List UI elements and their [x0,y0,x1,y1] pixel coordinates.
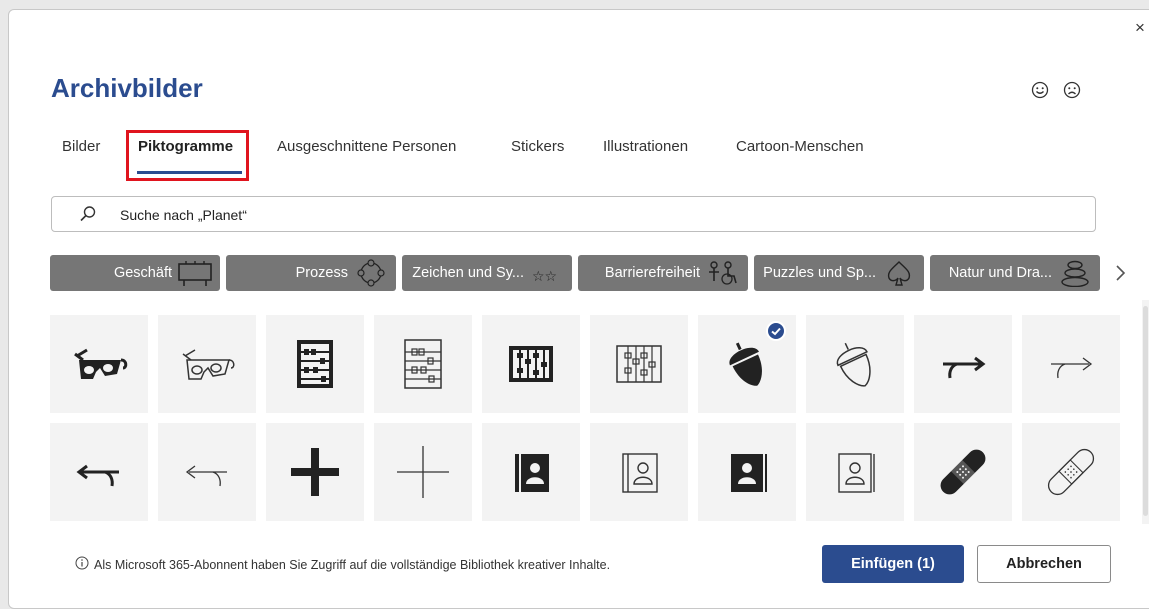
icon-tile[interactable] [1022,315,1120,413]
stars-icon: ☆☆ [532,269,557,285]
svg-text:☆☆: ☆☆ [532,269,557,285]
acorn-filled-icon [729,342,762,386]
close-button[interactable]: × [1131,18,1149,38]
arrow-right-curve-filled-icon [943,356,986,379]
spade-icon [887,261,911,286]
accessibility-people-icon [709,261,737,285]
icon-tile[interactable] [266,315,364,413]
tab-stickers[interactable]: Stickers [511,138,564,155]
highlight-box [126,130,249,181]
icon-tile[interactable] [1022,423,1120,521]
arrow-left-curve-filled-icon [76,464,119,487]
icon-tile[interactable] [698,423,796,521]
arrow-left-curve-outline-icon [185,465,227,487]
3d-glasses-filled-icon [74,348,128,379]
icon-tile[interactable] [266,423,364,521]
icon-tile[interactable] [698,315,796,413]
abacus-filled-icon [297,340,333,388]
icon-tile[interactable] [806,423,904,521]
category-chip-zeichen[interactable]: Zeichen und Sy... ☆☆ [402,255,572,291]
abacus-vertical-outline-icon [616,345,662,383]
icon-tile[interactable] [158,315,256,413]
info-icon [75,556,89,570]
icon-tile[interactable] [50,423,148,521]
bandage-filled-icon [940,449,986,495]
category-chip-puzzles[interactable]: Puzzles und Sp... [754,255,924,291]
category-chip-prozess[interactable]: Prozess [226,255,396,291]
tab-ausgeschnittene-personen[interactable]: Ausgeschnittene Personen [277,138,456,155]
category-chip-barrierefreiheit[interactable]: Barrierefreiheit [578,255,748,291]
scrollbar-thumb[interactable] [1143,306,1148,516]
chevron-right-icon[interactable] [1111,262,1129,284]
icon-tile[interactable] [590,423,688,521]
frown-face-icon[interactable] [1062,80,1082,100]
category-chip-natur[interactable]: Natur und Dra... [930,255,1100,291]
search-icon [79,205,97,223]
address-book-filled-icon [515,454,549,492]
icon-tile[interactable] [914,315,1012,413]
abacus-vertical-filled-icon [509,346,553,382]
arrow-right-curve-outline-icon [1051,357,1093,379]
icon-tile[interactable] [482,423,580,521]
stacked-stones-icon [1061,260,1089,287]
category-chip-geschaeft[interactable]: Geschäft [50,255,220,291]
category-chip-label: Zeichen und Sy... [412,265,524,281]
icon-tile[interactable] [158,423,256,521]
icon-tile[interactable] [50,315,148,413]
contact-book-outline-icon [838,453,875,493]
category-chip-label: Natur und Dra... [948,265,1052,281]
bandage-outline-icon [1047,448,1095,496]
selected-check-icon [766,321,786,341]
tab-illustrationen[interactable]: Illustrationen [603,138,688,155]
icon-tile[interactable] [590,315,688,413]
3d-glasses-outline-icon [182,349,235,380]
abacus-outline-icon [404,339,442,389]
billboard-icon [178,261,212,286]
tab-bilder[interactable]: Bilder [62,138,100,155]
cancel-button[interactable]: Abbrechen [977,545,1111,583]
cycle-icon [357,259,385,287]
plus-outline-icon [397,446,449,498]
icon-tile[interactable] [374,423,472,521]
icon-tile[interactable] [806,315,904,413]
tab-cartoon-menschen[interactable]: Cartoon-Menschen [736,138,864,155]
category-chip-label: Prozess [295,265,348,281]
category-chip-label: Puzzles und Sp... [763,265,876,281]
icon-tile[interactable] [482,315,580,413]
subscription-info-text: Als Microsoft 365-Abonnent haben Sie Zug… [94,558,611,572]
search-input[interactable] [118,197,1022,233]
category-chip-label: Barrierefreiheit [604,265,700,281]
acorn-outline-icon [836,342,871,387]
plus-filled-icon [291,448,339,496]
dialog-title: Archivbilder [51,73,203,103]
category-chip-label: Geschäft [113,265,172,281]
icon-tile[interactable] [374,315,472,413]
icon-tile[interactable] [914,423,1012,521]
smile-face-icon[interactable] [1030,80,1050,100]
address-book-outline-icon [622,453,658,493]
insert-button[interactable]: Einfügen (1) [822,545,964,583]
search-box[interactable] [51,196,1096,233]
contact-book-filled-icon [731,454,767,492]
